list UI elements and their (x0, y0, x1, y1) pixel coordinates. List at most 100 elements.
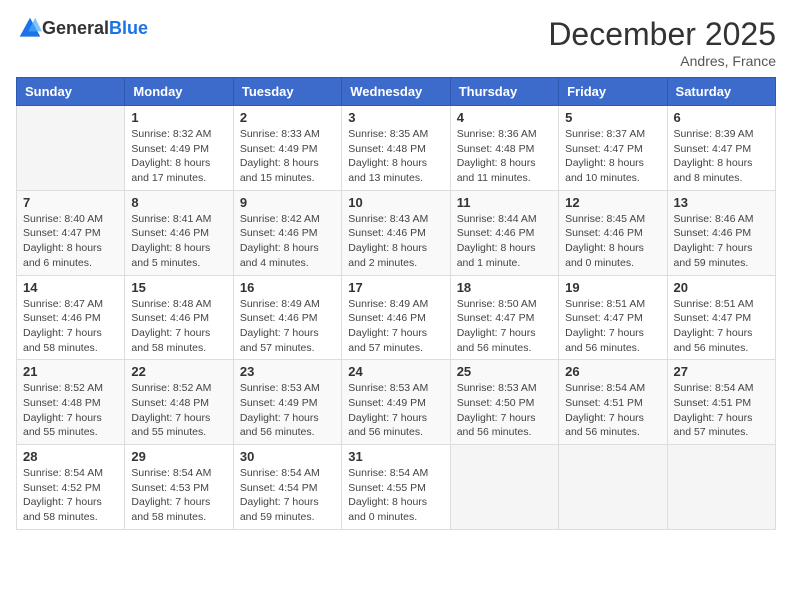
calendar: SundayMondayTuesdayWednesdayThursdayFrid… (16, 77, 776, 530)
day-number: 4 (457, 110, 552, 125)
day-detail: Sunrise: 8:51 AMSunset: 4:47 PMDaylight:… (565, 297, 660, 356)
day-number: 7 (23, 195, 118, 210)
calendar-week-row: 28Sunrise: 8:54 AMSunset: 4:52 PMDayligh… (17, 445, 776, 530)
calendar-cell: 17 Sunrise: 8:49 AMSunset: 4:46 PMDayligh… (342, 275, 450, 360)
day-detail: Sunrise: 8:52 AMSunset: 4:48 PMDaylight:… (23, 381, 118, 440)
day-detail: Sunrise: 8:35 AMSunset: 4:48 PMDaylight:… (348, 127, 443, 186)
day-detail: Sunrise: 8:46 AMSunset: 4:46 PMDaylight:… (674, 212, 769, 271)
day-detail: Sunrise: 8:41 AMSunset: 4:46 PMDaylight:… (131, 212, 226, 271)
calendar-cell: 12Sunrise: 8:45 AMSunset: 4:46 PMDayligh… (559, 190, 667, 275)
day-detail: Sunrise: 8:39 AMSunset: 4:47 PMDaylight:… (674, 127, 769, 186)
page-header: GeneralBlue December 2025 Andres, France (16, 16, 776, 69)
day-detail: Sunrise: 8:54 AMSunset: 4:53 PMDaylight:… (131, 466, 226, 525)
calendar-cell: 7 Sunrise: 8:40 AMSunset: 4:47 PMDaylight… (17, 190, 125, 275)
day-number: 3 (348, 110, 443, 125)
calendar-cell: 31Sunrise: 8:54 AMSunset: 4:55 PMDayligh… (342, 445, 450, 530)
day-number: 30 (240, 449, 335, 464)
day-number: 11 (457, 195, 552, 210)
calendar-day-header: Wednesday (342, 78, 450, 106)
day-number: 25 (457, 364, 552, 379)
day-detail: Sunrise: 8:49 AMSunset: 4:46 PMDaylight:… (240, 297, 335, 356)
calendar-cell: 29 Sunrise: 8:54 AMSunset: 4:53 PMDayligh… (125, 445, 233, 530)
day-detail: Sunrise: 8:43 AMSunset: 4:46 PMDaylight:… (348, 212, 443, 271)
day-detail: Sunrise: 8:54 AMSunset: 4:51 PMDaylight:… (674, 381, 769, 440)
day-detail: Sunrise: 8:42 AMSunset: 4:46 PMDaylight:… (240, 212, 335, 271)
calendar-cell: 10 Sunrise: 8:43 AMSunset: 4:46 PMDayligh… (342, 190, 450, 275)
location: Andres, France (548, 53, 776, 69)
calendar-cell: 27 Sunrise: 8:54 AMSunset: 4:51 PMDayligh… (667, 360, 775, 445)
calendar-cell: 24 Sunrise: 8:53 AMSunset: 4:49 PMDayligh… (342, 360, 450, 445)
calendar-cell: 18Sunrise: 8:50 AMSunset: 4:47 PMDayligh… (450, 275, 558, 360)
day-detail: Sunrise: 8:48 AMSunset: 4:46 PMDaylight:… (131, 297, 226, 356)
calendar-cell: 22 Sunrise: 8:52 AMSunset: 4:48 PMDayligh… (125, 360, 233, 445)
calendar-day-header: Sunday (17, 78, 125, 106)
calendar-cell: 20 Sunrise: 8:51 AMSunset: 4:47 PMDayligh… (667, 275, 775, 360)
day-detail: Sunrise: 8:54 AMSunset: 4:55 PMDaylight:… (348, 466, 443, 525)
day-detail: Sunrise: 8:51 AMSunset: 4:47 PMDaylight:… (674, 297, 769, 356)
calendar-day-header: Thursday (450, 78, 558, 106)
day-detail: Sunrise: 8:52 AMSunset: 4:48 PMDaylight:… (131, 381, 226, 440)
calendar-cell: 19 Sunrise: 8:51 AMSunset: 4:47 PMDayligh… (559, 275, 667, 360)
day-detail: Sunrise: 8:40 AMSunset: 4:47 PMDaylight:… (23, 212, 118, 271)
day-number: 10 (348, 195, 443, 210)
day-number: 21 (23, 364, 118, 379)
title-area: December 2025 Andres, France (548, 16, 776, 69)
calendar-cell: 4 Sunrise: 8:36 AMSunset: 4:48 PMDaylight… (450, 106, 558, 191)
calendar-cell (559, 445, 667, 530)
calendar-cell (667, 445, 775, 530)
day-number: 19 (565, 280, 660, 295)
calendar-cell: 9Sunrise: 8:42 AMSunset: 4:46 PMDaylight… (233, 190, 341, 275)
day-detail: Sunrise: 8:44 AMSunset: 4:46 PMDaylight:… (457, 212, 552, 271)
day-detail: Sunrise: 8:36 AMSunset: 4:48 PMDaylight:… (457, 127, 552, 186)
day-number: 1 (131, 110, 226, 125)
day-number: 24 (348, 364, 443, 379)
day-detail: Sunrise: 8:50 AMSunset: 4:47 PMDaylight:… (457, 297, 552, 356)
calendar-cell: 26 Sunrise: 8:54 AMSunset: 4:51 PMDayligh… (559, 360, 667, 445)
calendar-cell (17, 106, 125, 191)
calendar-cell: 23Sunrise: 8:53 AMSunset: 4:49 PMDayligh… (233, 360, 341, 445)
calendar-cell: 15Sunrise: 8:48 AMSunset: 4:46 PMDayligh… (125, 275, 233, 360)
calendar-cell: 28Sunrise: 8:54 AMSunset: 4:52 PMDayligh… (17, 445, 125, 530)
calendar-day-header: Tuesday (233, 78, 341, 106)
day-number: 12 (565, 195, 660, 210)
calendar-cell: 25 Sunrise: 8:53 AMSunset: 4:50 PMDayligh… (450, 360, 558, 445)
calendar-cell: 13Sunrise: 8:46 AMSunset: 4:46 PMDayligh… (667, 190, 775, 275)
calendar-week-row: 21 Sunrise: 8:52 AMSunset: 4:48 PMDayligh… (17, 360, 776, 445)
day-number: 22 (131, 364, 226, 379)
day-detail: Sunrise: 8:32 AMSunset: 4:49 PMDaylight:… (131, 127, 226, 186)
day-number: 8 (131, 195, 226, 210)
logo: GeneralBlue (16, 16, 148, 40)
logo-text-blue: Blue (109, 18, 148, 38)
calendar-cell (450, 445, 558, 530)
day-detail: Sunrise: 8:37 AMSunset: 4:47 PMDaylight:… (565, 127, 660, 186)
calendar-cell: 8 Sunrise: 8:41 AMSunset: 4:46 PMDaylight… (125, 190, 233, 275)
calendar-week-row: 14 Sunrise: 8:47 AMSunset: 4:46 PMDayligh… (17, 275, 776, 360)
day-detail: Sunrise: 8:53 AMSunset: 4:49 PMDaylight:… (348, 381, 443, 440)
calendar-cell: 14 Sunrise: 8:47 AMSunset: 4:46 PMDayligh… (17, 275, 125, 360)
month-title: December 2025 (548, 16, 776, 53)
day-number: 26 (565, 364, 660, 379)
calendar-cell: 21 Sunrise: 8:52 AMSunset: 4:48 PMDayligh… (17, 360, 125, 445)
day-detail: Sunrise: 8:53 AMSunset: 4:50 PMDaylight:… (457, 381, 552, 440)
calendar-cell: 5 Sunrise: 8:37 AMSunset: 4:47 PMDaylight… (559, 106, 667, 191)
calendar-cell: 16 Sunrise: 8:49 AMSunset: 4:46 PMDayligh… (233, 275, 341, 360)
calendar-header-row: SundayMondayTuesdayWednesdayThursdayFrid… (17, 78, 776, 106)
calendar-cell: 1 Sunrise: 8:32 AMSunset: 4:49 PMDaylight… (125, 106, 233, 191)
day-number: 5 (565, 110, 660, 125)
day-number: 29 (131, 449, 226, 464)
calendar-day-header: Monday (125, 78, 233, 106)
day-number: 6 (674, 110, 769, 125)
day-detail: Sunrise: 8:49 AMSunset: 4:46 PMDaylight:… (348, 297, 443, 356)
day-number: 27 (674, 364, 769, 379)
day-detail: Sunrise: 8:33 AMSunset: 4:49 PMDaylight:… (240, 127, 335, 186)
day-detail: Sunrise: 8:47 AMSunset: 4:46 PMDaylight:… (23, 297, 118, 356)
calendar-cell: 11 Sunrise: 8:44 AMSunset: 4:46 PMDayligh… (450, 190, 558, 275)
logo-text-general: General (42, 18, 109, 38)
day-detail: Sunrise: 8:54 AMSunset: 4:51 PMDaylight:… (565, 381, 660, 440)
day-number: 16 (240, 280, 335, 295)
day-number: 20 (674, 280, 769, 295)
day-number: 17 (348, 280, 443, 295)
day-number: 14 (23, 280, 118, 295)
calendar-week-row: 1 Sunrise: 8:32 AMSunset: 4:49 PMDaylight… (17, 106, 776, 191)
day-detail: Sunrise: 8:54 AMSunset: 4:54 PMDaylight:… (240, 466, 335, 525)
